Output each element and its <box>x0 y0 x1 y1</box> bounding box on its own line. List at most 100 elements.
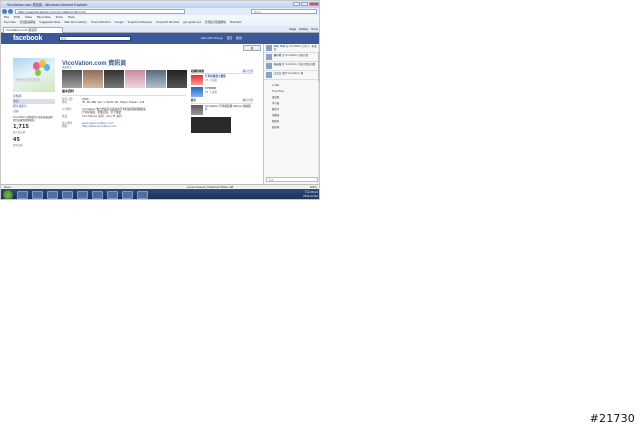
ticker-text: 王大文 覺得 VicoVation 讚 <box>274 72 303 78</box>
info-key: 地址 <box>62 101 68 105</box>
ticker-text: Ken Tsai 在 VicoVation 分享了一則連結 <box>274 45 319 51</box>
forward-icon[interactable] <box>8 9 13 14</box>
maximize-button[interactable] <box>301 2 308 6</box>
minimize-button[interactable] <box>293 2 300 6</box>
video-item[interactable]: VicoVation 行車紀錄器 Marcus 實拍影片 <box>191 104 253 115</box>
ticker-message: 覺得 VicoVation 讚 <box>281 72 304 76</box>
tools-menu[interactable]: Tools <box>311 27 318 32</box>
ticker-message: 對 VicoVation 的貼文發表回應 <box>281 63 316 67</box>
balloon-shape <box>35 69 41 76</box>
page-category[interactable]: 電器用品 <box>62 65 72 69</box>
chat-scrollbar[interactable] <box>318 44 319 184</box>
window-title: VicoVation.com 資訊頁 - Windows Internet Ex… <box>7 3 88 7</box>
facebook-logo[interactable]: facebook <box>13 35 42 42</box>
taskbar-apps <box>17 191 148 199</box>
basic-info-section: 基本資料 創立日期 2006 地址 3F, No.386, Sec.1, Neihu… <box>62 89 186 129</box>
nav-item-discussions[interactable]: 討論 <box>13 109 55 114</box>
ticker-message: 說 VicoVation 的相片讚 <box>281 54 308 58</box>
info-value: 3F, No.386, Sec.1, Neihu Rd, Taipei, Tai… <box>82 101 145 105</box>
app-taskbar-icon[interactable] <box>62 191 73 199</box>
facebook-user-nav: Kenneth Chang 首頁 帳號 <box>201 36 242 41</box>
start-button[interactable] <box>3 190 13 199</box>
facebook-search-input[interactable]: 搜尋 <box>59 36 131 41</box>
photo-thumbnail[interactable] <box>104 70 124 88</box>
app-taskbar-icon[interactable] <box>107 191 118 199</box>
tab-bar: VicoVation.com 資訊頁 Page Safety Tools <box>1 26 319 33</box>
ticker-name[interactable]: 陳小明 <box>274 54 281 57</box>
page-intro: VicoVation 是專業的行車紀錄器品牌，提供高畫質影像紀錄 <box>13 116 55 123</box>
app-taskbar-icon[interactable] <box>137 191 148 199</box>
ticker-text: 林志強 對 VicoVation 的貼文發表回應 <box>274 63 315 69</box>
system-clock[interactable]: 下午 08:12 2011/12/16 <box>303 191 318 199</box>
video-caption: VicoVation 行車紀錄器 Marcus 實拍影片 <box>205 104 252 112</box>
chat-friend-list: Li Wei Tina Chen 黃俊傑 李小龍 陳美玲 張國強 劉德華 蔡依林 <box>264 80 319 134</box>
balloon-shape <box>44 64 50 71</box>
info-row: 網站 http://www.vicovation.com <box>62 125 186 129</box>
photo-thumbnail[interactable] <box>62 70 82 88</box>
ticker-item[interactable]: Ken Tsai 在 VicoVation 分享了一則連結 <box>264 44 319 54</box>
media-taskbar-icon[interactable] <box>47 191 58 199</box>
chat-search-input[interactable]: 搜尋 <box>266 177 318 182</box>
left-nav: 塗鴉牆 資訊 相片與影片 討論 VicoVation 是專業的行車紀錄器品牌，提… <box>13 94 55 148</box>
ticker-item[interactable]: 王大文 覺得 VicoVation 讚 <box>264 71 319 81</box>
mentions-label[interactable]: 提到這個 <box>13 143 55 148</box>
word-taskbar-icon[interactable] <box>122 191 133 199</box>
website-link[interactable]: http://www.vicovation.com <box>82 125 117 129</box>
user-name-link[interactable]: Kenneth Chang <box>201 36 222 41</box>
page-thumbnail <box>191 75 203 86</box>
scrollbar-thumb[interactable] <box>318 52 319 82</box>
close-button[interactable] <box>309 2 319 6</box>
info-key: 網站 <box>62 125 68 129</box>
related-page-text: 行車紀錄器大聯盟 27 人說讚 <box>205 75 226 85</box>
window-controls <box>293 2 319 6</box>
video-header: 影片 顯示全部 <box>191 99 253 104</box>
photo-thumbnail[interactable] <box>125 70 145 88</box>
home-link[interactable]: 首頁 <box>226 36 232 41</box>
windows-taskbar: 下午 08:12 2011/12/16 <box>1 189 319 199</box>
info-key: 產品 <box>62 114 68 118</box>
ie-taskbar-icon[interactable] <box>17 191 28 199</box>
photo-thumbnail[interactable] <box>146 70 166 88</box>
likes-label[interactable]: 個人說這讚 <box>13 130 55 135</box>
video-thumbnail <box>191 104 203 115</box>
app-taskbar-icon[interactable] <box>92 191 103 199</box>
facebook-header: facebook 搜尋 Kenneth Chang 首頁 帳號 <box>1 33 319 44</box>
back-icon[interactable] <box>2 9 7 14</box>
avatar <box>266 72 272 79</box>
safety-menu[interactable]: Safety <box>299 27 308 32</box>
related-page-item[interactable]: CYBIRD 22 人說讚 <box>191 87 253 98</box>
ticker-name[interactable]: 王大文 <box>274 72 281 75</box>
window-titlebar: VicoVation.com 資訊頁 - Windows Internet Ex… <box>1 1 319 8</box>
photo-strip <box>62 70 187 88</box>
video-see-all-link[interactable]: 顯示全部 <box>243 99 253 102</box>
search-input[interactable]: Bing <box>251 9 317 14</box>
profile-picture[interactable] <box>13 58 55 92</box>
brand-logo-text: VICOVATION <box>15 77 40 82</box>
command-bar: Page Safety Tools <box>289 27 318 32</box>
related-page-item[interactable]: 行車紀錄器大聯盟 27 人說讚 <box>191 75 253 86</box>
avatar <box>266 63 272 70</box>
related-page-likes: 27 人說讚 <box>205 78 217 82</box>
app-taskbar-icon[interactable] <box>77 191 88 199</box>
avatar <box>266 54 272 61</box>
ticker-item[interactable]: 林志強 對 VicoVation 的貼文發表回應 <box>264 62 319 72</box>
ticker-name[interactable]: 林志強 <box>274 63 281 66</box>
video-player[interactable] <box>191 116 231 133</box>
facebook-page: VICOVATION 塗鴉牆 資訊 相片與影片 討論 VicoVation 是專… <box>1 44 263 184</box>
info-value: Vico Marcus 系列、Vico TF 系列 <box>82 114 122 118</box>
ticker-item[interactable]: 陳小明 說 VicoVation 的相片讚 <box>264 53 319 63</box>
basic-info-heading: 基本資料 <box>62 89 186 96</box>
like-button[interactable]: 讚 <box>243 45 261 51</box>
account-menu[interactable]: 帳號 <box>236 36 242 41</box>
chat-friend[interactable]: 蔡依林 <box>272 125 313 131</box>
related-pages-heading: 相關粉絲團 <box>191 70 204 73</box>
address-bar[interactable]: http://www.facebook.com/VicoVation?sk=in… <box>15 9 185 14</box>
page-thumbnail <box>191 87 203 98</box>
photo-thumbnail[interactable] <box>167 70 187 88</box>
photo-thumbnail[interactable] <box>83 70 103 88</box>
explorer-taskbar-icon[interactable] <box>32 191 43 199</box>
page-menu[interactable]: Page <box>289 27 296 32</box>
related-page-likes: 22 人說讚 <box>205 90 217 94</box>
see-all-link[interactable]: 顯示全部 <box>243 70 253 73</box>
browser-screenshot: VicoVation.com 資訊頁 - Windows Internet Ex… <box>0 0 320 200</box>
